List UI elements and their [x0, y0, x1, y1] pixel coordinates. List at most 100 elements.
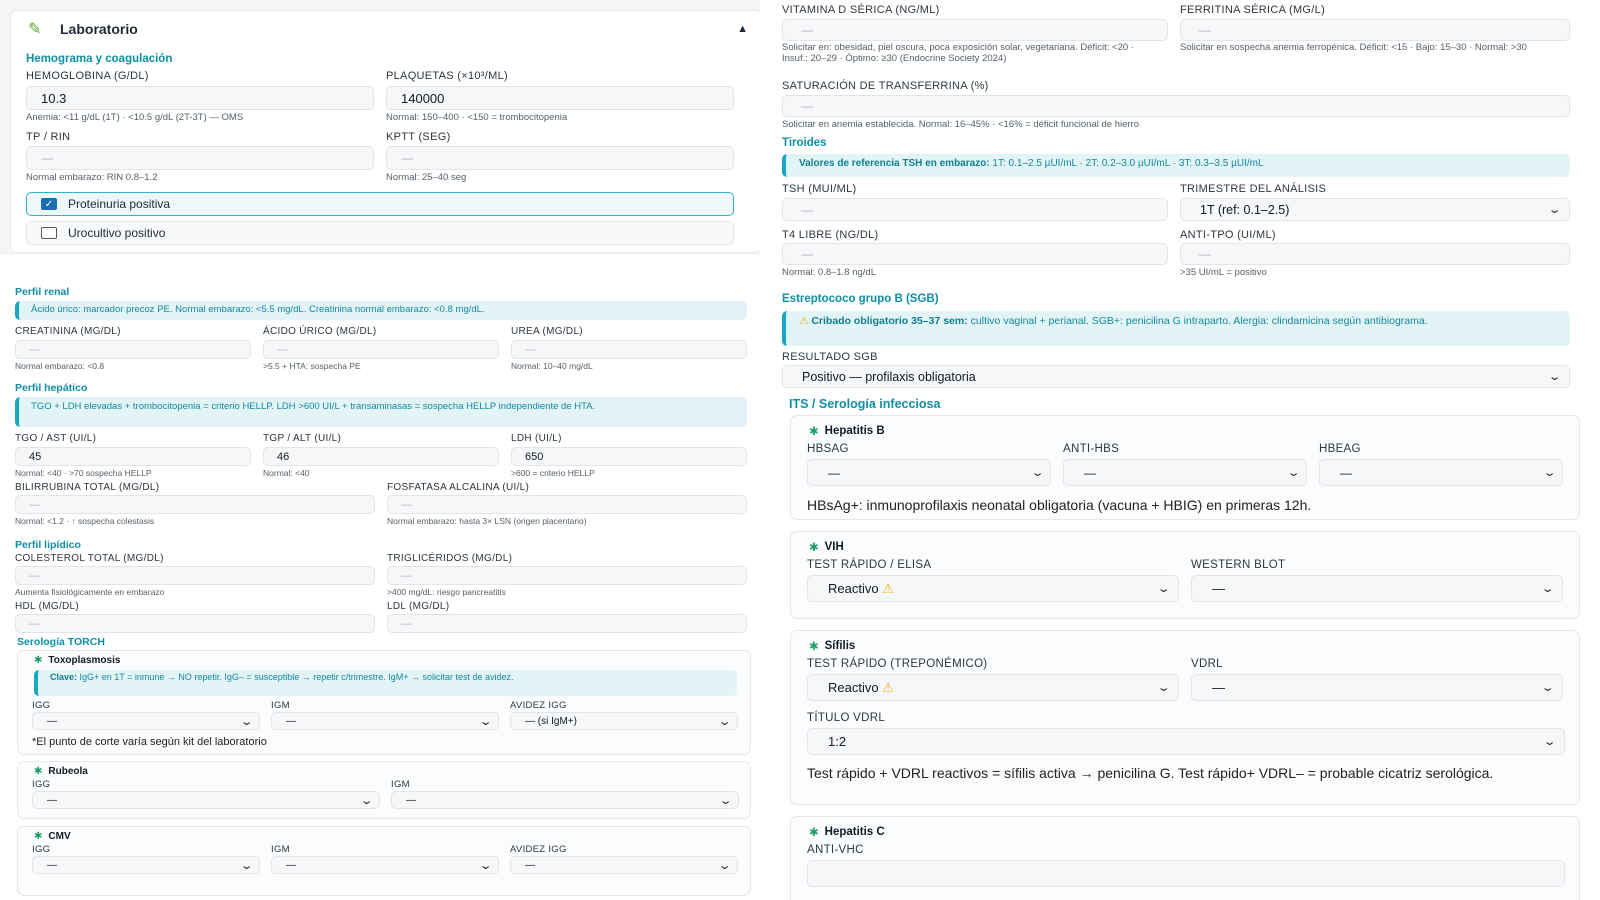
hbeag-select[interactable]: — ⌄ [1319, 459, 1563, 486]
toxo-igg-select[interactable]: — ⌄ [32, 712, 260, 730]
col-input[interactable]: — [15, 566, 375, 585]
renal-info: Ácido úrico: marcador precoz PE. Normal … [15, 301, 747, 320]
toxo-avidez-select[interactable]: — (si IgM+) ⌄ [510, 712, 738, 730]
panel-perfiles: Perfil renal Ácido úrico: marcador preco… [0, 278, 762, 900]
hbsag-label: HBSAG [807, 443, 849, 455]
collapse-icon[interactable]: ▲ [737, 23, 748, 35]
crea-input[interactable]: — [15, 340, 251, 359]
hepatic-title: Perfil hepático [15, 382, 88, 394]
toxo-avidez-label: AVIDEZ IGG [510, 700, 567, 711]
vih-title: ✱ VIH [809, 541, 844, 554]
bili-input[interactable]: — [15, 495, 375, 514]
sifilis-card: ✱ Sífilis TEST RÁPIDO (TREPONÉMICO) React… [790, 630, 1580, 805]
tgp-input[interactable]: 46 [263, 447, 499, 466]
urocultivo-row[interactable]: Urocultivo positivo [26, 221, 734, 245]
tsh-input[interactable]: — [782, 198, 1168, 221]
urea-input[interactable]: — [511, 340, 747, 359]
chevron-down-icon: ⌄ [1540, 583, 1555, 595]
tp-input[interactable]: — [26, 146, 374, 170]
col-hint: Aumenta fisiológicamente en embarazo [15, 587, 165, 597]
chevron-down-icon: ⌄ [478, 859, 493, 872]
cmv-card: ✱ CMV IGG — ⌄ IGM — ⌄ AVIDEZ IGG — ⌄ [17, 826, 751, 896]
kptt-input[interactable]: — [386, 146, 734, 170]
hemo-title: Hemograma y coagulación [26, 53, 173, 65]
hbsag-select[interactable]: — ⌄ [807, 459, 1051, 486]
hepatic-info: TGO + LDH elevadas + trombocitopenia = c… [15, 397, 747, 427]
toxo-title: ✱ Toxoplasmosis [34, 655, 121, 666]
rub-igg-select[interactable]: — ⌄ [32, 791, 380, 809]
chevron-down-icon: ⌄ [1547, 204, 1562, 216]
lab-header[interactable]: ✎ Laboratorio ▲ [28, 18, 756, 40]
rub-igg-label: IGG [32, 779, 51, 790]
torch-title: Serología TORCH [17, 636, 105, 648]
sgb-result-select[interactable]: Positivo — profilaxis obligatoria ⌄ [782, 365, 1570, 388]
antihbs-select[interactable]: — ⌄ [1063, 459, 1307, 486]
cmv-igg-select[interactable]: — ⌄ [32, 856, 260, 874]
wb-select[interactable]: — ⌄ [1191, 575, 1563, 602]
proteinuria-label: Proteinuria positiva [68, 197, 171, 211]
kptt-hint: Normal: 25–40 seg [386, 172, 467, 183]
hb-hint: Anemia: <11 g/dL (1T) · <10.5 g/dL (2T-3… [26, 112, 244, 123]
chevron-down-icon: ⌄ [717, 859, 732, 872]
t4-hint: Normal: 0.8–1.8 ng/dL [782, 267, 877, 278]
lipid-title: Perfil lipídico [15, 539, 81, 551]
cmv-igm-select[interactable]: — ⌄ [271, 856, 499, 874]
bug-icon: ✱ [809, 542, 819, 554]
sgb-result-label: RESULTADO SGB [782, 351, 878, 363]
ldh-label: LDH (UI/L) [511, 433, 562, 444]
rub-igm-select[interactable]: — ⌄ [391, 791, 739, 809]
vih-card: ✱ VIH TEST RÁPIDO / ELISA Reactivo ⚠ ⌄ WES… [790, 531, 1580, 619]
bug-icon: ✱ [809, 641, 819, 653]
bili-label: BILIRRUBINA TOTAL (MG/DL) [15, 482, 160, 493]
tg-input[interactable]: — [387, 566, 747, 585]
vitd-input[interactable]: — [782, 19, 1168, 41]
bili-hint: Normal: <1.2 · ↑ sospecha colestasis [15, 516, 155, 526]
acu-input[interactable]: — [263, 340, 499, 359]
bug-icon: ✱ [34, 831, 43, 842]
hb-input[interactable]: 10.3 [26, 86, 374, 110]
sifilis-title: ✱ Sífilis [809, 640, 856, 653]
chevron-down-icon: ⌄ [1542, 467, 1557, 479]
chevron-down-icon: ⌄ [478, 715, 493, 728]
rubeola-card: ✱ Rubeola IGG — ⌄ IGM — ⌄ [17, 761, 751, 819]
hdl-input[interactable]: — [15, 614, 375, 633]
cmv-avidez-select[interactable]: — ⌄ [510, 856, 738, 874]
ferr-input[interactable]: — [1180, 19, 1570, 41]
ldh-input[interactable]: 650 [511, 447, 747, 466]
vdrl-select[interactable]: — ⌄ [1191, 674, 1563, 701]
checkbox-unchecked-icon[interactable] [41, 227, 57, 239]
checkbox-checked-icon[interactable]: ✓ [41, 198, 57, 210]
sat-input[interactable]: — [782, 95, 1570, 117]
chevron-down-icon: ⌄ [1542, 736, 1557, 748]
tg-label: TRIGLICÉRIDOS (MG/DL) [387, 553, 513, 564]
cmv-avidez-label: AVIDEZ IGG [510, 844, 567, 855]
proteinuria-row[interactable]: ✓ Proteinuria positiva [26, 192, 734, 216]
t4-input[interactable]: — [782, 243, 1168, 265]
panel-tiroides: VITAMINA D SÉRICA (NG/ML) — Solicitar en… [770, 0, 1600, 395]
antivhc-select[interactable] [807, 860, 1565, 887]
plq-input[interactable]: 140000 [386, 86, 734, 110]
tgp-label: TGP / ALT (UI/L) [263, 433, 342, 444]
bug-icon: ✱ [809, 827, 819, 839]
acu-label: ÁCIDO ÚRICO (MG/DL) [263, 326, 377, 337]
titulo-select[interactable]: 1:2 ⌄ [807, 728, 1565, 755]
sat-hint: Solicitar en anemia establecida. Normal:… [782, 119, 1139, 130]
rub-igm-label: IGM [391, 779, 410, 790]
tgp-hint: Normal: <40 [263, 468, 310, 478]
vih-test-select[interactable]: Reactivo ⚠ ⌄ [807, 575, 1179, 602]
warning-icon: ⚠ [882, 580, 894, 596]
toxo-igg-label: IGG [32, 700, 51, 711]
fa-input[interactable]: — [387, 495, 747, 514]
sif-test-select[interactable]: Reactivo ⚠ ⌄ [807, 674, 1179, 701]
trim-select[interactable]: 1T (ref: 0.1–2.5) ⌄ [1180, 198, 1570, 221]
chevron-down-icon: ⌄ [717, 715, 732, 728]
tpo-input[interactable]: — [1180, 243, 1570, 265]
fa-hint: Normal embarazo: hasta 3× LSN (origen pl… [387, 516, 587, 526]
crea-label: CREATININA (MG/DL) [15, 326, 121, 337]
tgo-input[interactable]: 45 [15, 447, 251, 466]
warning-icon: ⚠ [882, 679, 894, 695]
chevron-down-icon: ⌄ [359, 794, 374, 807]
ldl-input[interactable]: — [387, 614, 747, 633]
sif-note: Test rápido + VDRL reactivos = sífilis a… [807, 765, 1494, 781]
toxo-igm-select[interactable]: — ⌄ [271, 712, 499, 730]
